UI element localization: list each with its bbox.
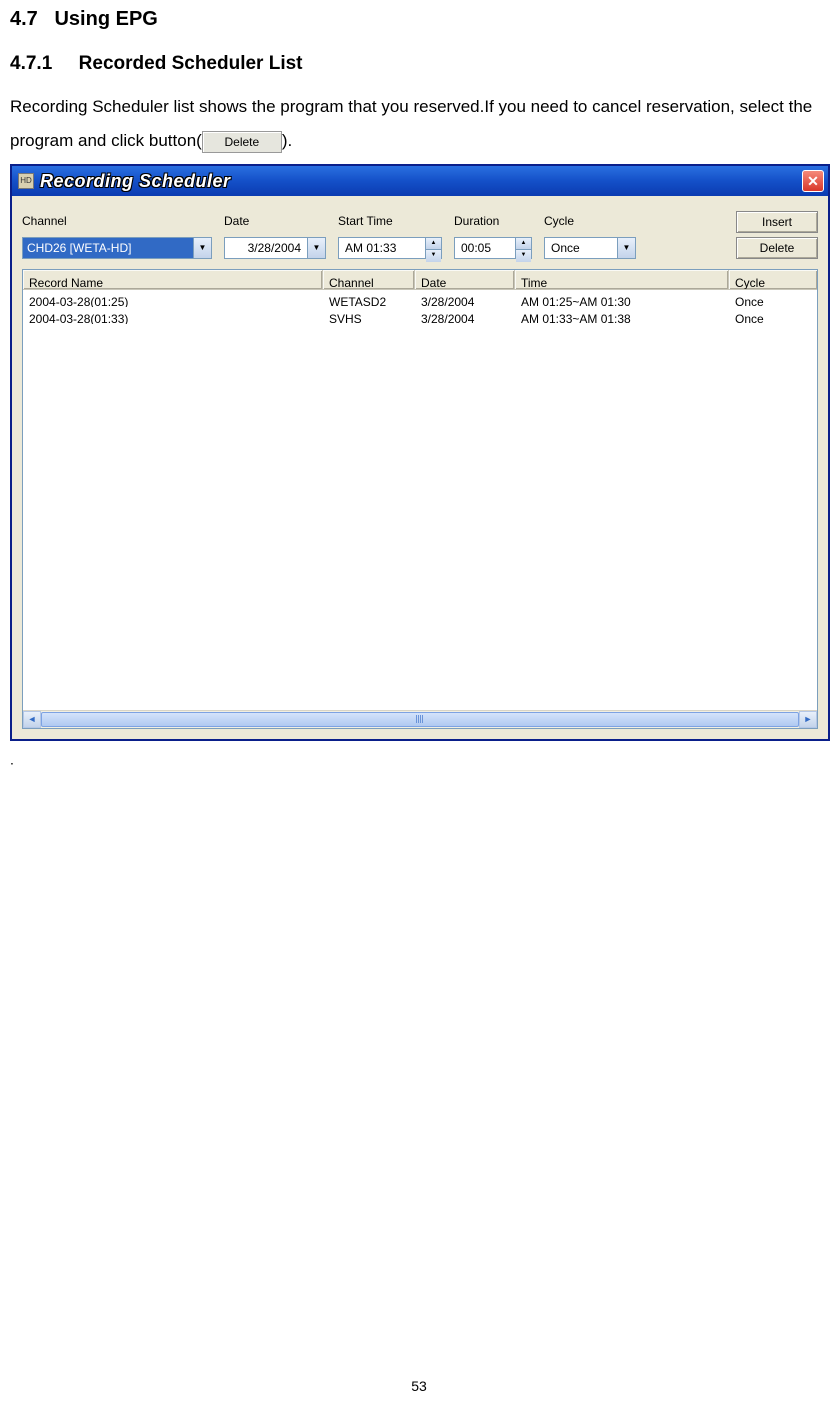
down-arrow-icon[interactable]: ▼: [426, 250, 441, 261]
close-icon[interactable]: ✕: [802, 170, 824, 192]
table-rows: 2004-03-28(01:25) WETASD2 3/28/2004 AM 0…: [23, 290, 817, 710]
titlebar-text: Recording Scheduler: [40, 164, 802, 198]
schedule-table: Record Name Channel Date Time Cycle 2004…: [22, 269, 818, 729]
cycle-combo[interactable]: Once ▼: [544, 237, 636, 259]
date-group: Date 3/28/2004 ▼: [224, 210, 326, 259]
page-number: 53: [10, 1373, 828, 1420]
down-arrow-icon[interactable]: ▼: [516, 250, 531, 261]
duration-label: Duration: [454, 210, 532, 233]
header-record-name[interactable]: Record Name: [23, 270, 323, 289]
duration-group: Duration 00:05 ▲ ▼: [454, 210, 532, 259]
start-time-spinner[interactable]: AM 01:33 ▲ ▼: [338, 237, 442, 259]
channel-group: Channel CHD26 [WETA-HD] ▼: [22, 210, 212, 259]
header-date[interactable]: Date: [415, 270, 515, 289]
cell-cycle: Once: [729, 290, 817, 307]
chevron-down-icon[interactable]: ▼: [193, 238, 211, 258]
scroll-left-icon[interactable]: ◄: [23, 711, 41, 728]
body-paragraph: Recording Scheduler list shows the progr…: [10, 90, 828, 158]
cell-channel: SVHS: [323, 307, 415, 324]
start-time-label: Start Time: [338, 210, 442, 233]
duration-value: 00:05: [455, 237, 515, 260]
table-row[interactable]: 2004-03-28(01:33) SVHS 3/28/2004 AM 01:3…: [23, 307, 817, 324]
action-buttons: Insert Delete: [736, 211, 818, 259]
cycle-group: Cycle Once ▼: [544, 210, 636, 259]
start-time-group: Start Time AM 01:33 ▲ ▼: [338, 210, 442, 259]
subsection-title: Recorded Scheduler List: [79, 53, 303, 74]
up-arrow-icon[interactable]: ▲: [426, 238, 441, 250]
controls-row: Channel CHD26 [WETA-HD] ▼ Date 3/28/2004…: [22, 210, 818, 259]
cell-time: AM 01:25~AM 01:30: [515, 290, 729, 307]
cell-date: 3/28/2004: [415, 307, 515, 324]
insert-button[interactable]: Insert: [736, 211, 818, 233]
cell-channel: WETASD2: [323, 290, 415, 307]
section-title: Using EPG: [54, 8, 157, 30]
table-row[interactable]: 2004-03-28(01:25) WETASD2 3/28/2004 AM 0…: [23, 290, 817, 307]
channel-label: Channel: [22, 210, 212, 233]
duration-spinner[interactable]: 00:05 ▲ ▼: [454, 237, 532, 259]
scroll-track[interactable]: [41, 711, 799, 728]
channel-combo[interactable]: CHD26 [WETA-HD] ▼: [22, 237, 212, 259]
header-channel[interactable]: Channel: [323, 270, 415, 289]
subsection-number: 4.7.1: [10, 53, 52, 74]
date-picker[interactable]: 3/28/2004 ▼: [224, 237, 326, 259]
channel-value: CHD26 [WETA-HD]: [23, 238, 193, 258]
horizontal-scrollbar[interactable]: ◄ ►: [23, 710, 817, 728]
inline-delete-button: Delete: [202, 131, 282, 153]
date-value: 3/28/2004: [225, 237, 307, 260]
cell-record-name: 2004-03-28(01:25): [23, 290, 323, 307]
trailing-period: .: [10, 752, 14, 768]
recording-scheduler-dialog: HD Recording Scheduler ✕ Channel CHD26 […: [10, 164, 830, 741]
cell-date: 3/28/2004: [415, 290, 515, 307]
para-before: Recording Scheduler list shows the progr…: [10, 97, 812, 150]
scroll-thumb[interactable]: [41, 712, 799, 727]
cell-cycle: Once: [729, 307, 817, 324]
titlebar[interactable]: HD Recording Scheduler ✕: [12, 166, 828, 196]
cycle-label: Cycle: [544, 210, 636, 233]
date-label: Date: [224, 210, 326, 233]
header-cycle[interactable]: Cycle: [729, 270, 817, 289]
table-header: Record Name Channel Date Time Cycle: [23, 270, 817, 290]
cell-record-name: 2004-03-28(01:33): [23, 307, 323, 324]
section-heading: 4.7 Using EPG: [10, 0, 828, 38]
chevron-down-icon[interactable]: ▼: [617, 238, 635, 258]
dialog-body: Channel CHD26 [WETA-HD] ▼ Date 3/28/2004…: [12, 196, 828, 739]
cell-time: AM 01:33~AM 01:38: [515, 307, 729, 324]
scroll-right-icon[interactable]: ►: [799, 711, 817, 728]
chevron-down-icon[interactable]: ▼: [307, 238, 325, 258]
subsection-heading: 4.7.1 Recorded Scheduler List: [10, 46, 828, 82]
app-icon: HD: [18, 173, 34, 189]
up-arrow-icon[interactable]: ▲: [516, 238, 531, 250]
para-after: ).: [282, 131, 292, 150]
cycle-value: Once: [545, 237, 617, 260]
section-number: 4.7: [10, 8, 38, 30]
grip-icon: [416, 715, 424, 723]
delete-button[interactable]: Delete: [736, 237, 818, 259]
header-time[interactable]: Time: [515, 270, 729, 289]
start-time-value: AM 01:33: [339, 237, 425, 260]
